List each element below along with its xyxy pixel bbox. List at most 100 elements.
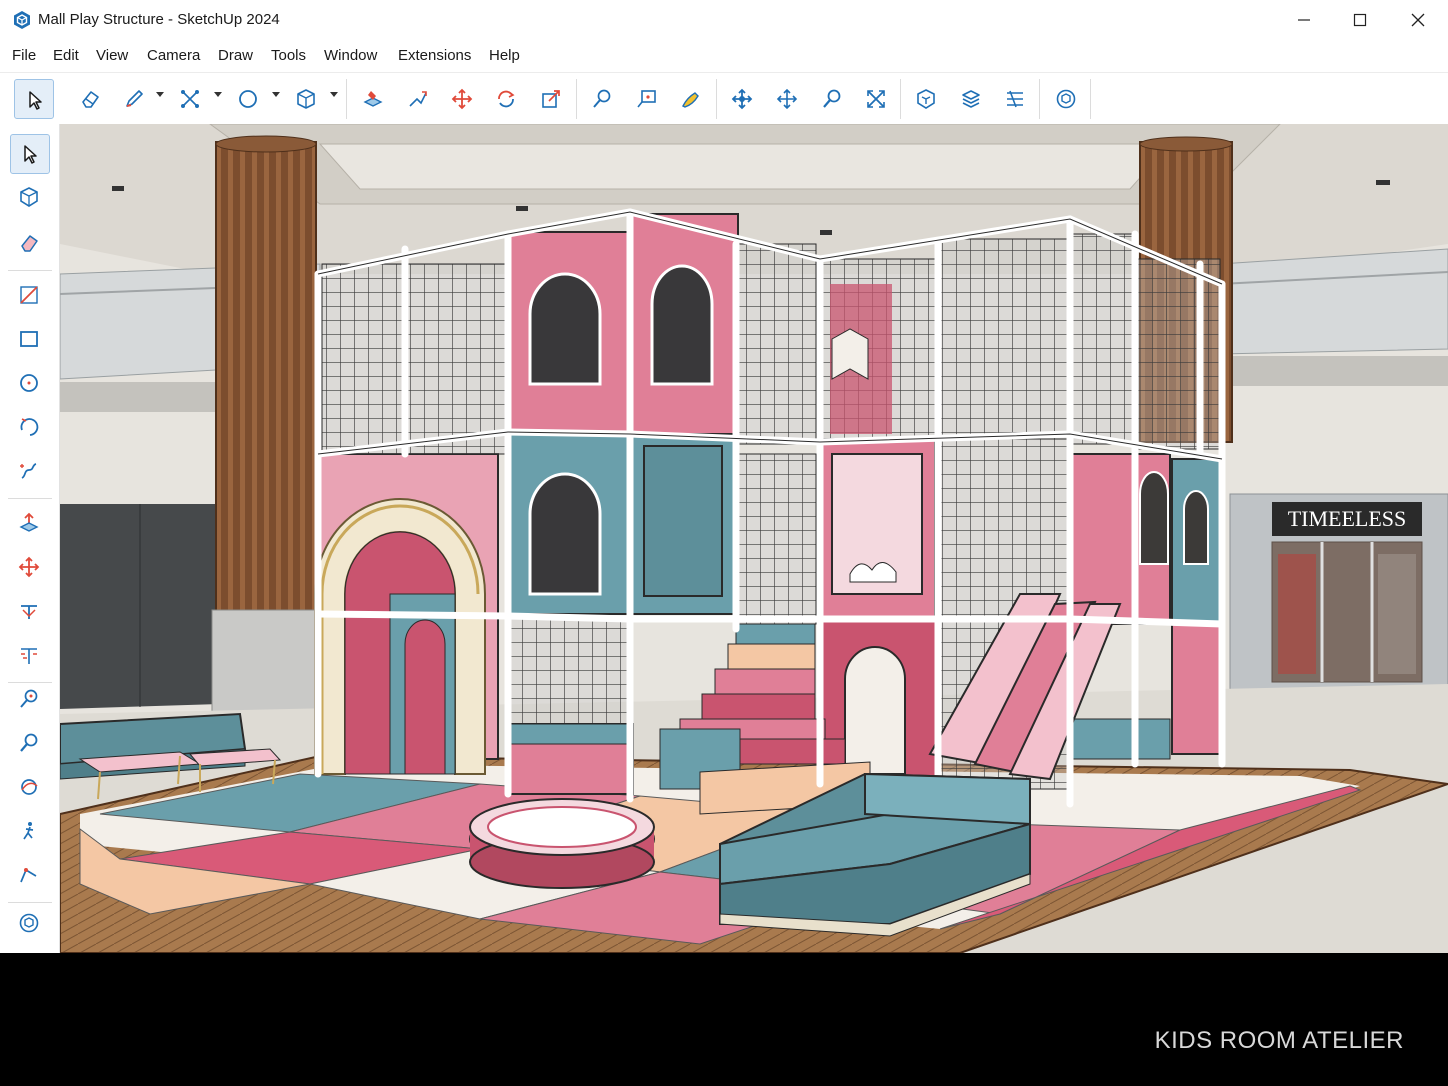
position-camera-tool-button[interactable] (10, 856, 50, 896)
components-icon (917, 89, 935, 109)
layers-button[interactable] (951, 79, 991, 119)
sketchup-app-icon (14, 11, 30, 29)
tape-measure-icon (593, 89, 611, 108)
left-zoom-tool-button[interactable] (10, 724, 50, 764)
freehand-tool-button[interactable] (10, 452, 50, 492)
pan-icon (776, 88, 798, 110)
toolbar-separator (346, 79, 347, 119)
left-scale-tool-button[interactable] (10, 636, 50, 676)
left-circle-tool-button[interactable] (10, 364, 50, 404)
components-button[interactable] (906, 79, 946, 119)
main-toolbar (0, 72, 1448, 125)
circle-icon (20, 374, 38, 392)
make-component-icon (20, 187, 38, 207)
left-select-tool-button[interactable] (10, 134, 50, 174)
styles-button[interactable] (995, 79, 1035, 119)
left-toolbar (0, 124, 60, 953)
eraser-icon (21, 235, 38, 252)
move-icon (18, 556, 40, 578)
orbit-tool-button[interactable] (722, 79, 762, 119)
pencil-tool-button[interactable] (114, 79, 154, 119)
rectangle-tool-button[interactable] (10, 320, 50, 360)
left-tape-measure-tool-button[interactable] (10, 680, 50, 720)
follow-me-tool-button[interactable] (398, 79, 438, 119)
left-toolbar-separator (8, 270, 52, 271)
paint-brush-icon (682, 92, 699, 108)
dimension-icon (637, 90, 656, 108)
menu-help[interactable]: Help (489, 47, 520, 64)
arc-tool-button[interactable] (10, 408, 50, 448)
box-dropdown-caret[interactable] (330, 92, 338, 97)
menu-tools[interactable]: Tools (271, 47, 306, 64)
menu-extensions[interactable]: Extensions (398, 47, 471, 64)
zoom-extents-icon (867, 90, 885, 108)
walk-icon (23, 822, 34, 840)
minimize-button[interactable] (1276, 0, 1332, 40)
circle-dropdown-caret[interactable] (272, 92, 280, 97)
left-toolbar-separator (8, 498, 52, 499)
scale-icon (21, 648, 37, 664)
make-component-tool-button[interactable] (10, 178, 50, 218)
freehand-icon (20, 463, 37, 479)
pencil-dropdown-caret[interactable] (156, 92, 164, 97)
maximize-button[interactable] (1332, 0, 1388, 40)
left-move-tool-button[interactable] (10, 548, 50, 588)
scale-icon (542, 90, 560, 108)
menu-view[interactable]: View (96, 47, 128, 64)
maximize-icon (1353, 13, 1367, 27)
scale-tool-button[interactable] (531, 79, 571, 119)
close-button[interactable] (1390, 0, 1446, 40)
move-tool-button[interactable] (442, 79, 482, 119)
dimension-tool-button[interactable] (627, 79, 667, 119)
tape-measure-tool-button[interactable] (582, 79, 622, 119)
line-tool-button[interactable] (10, 276, 50, 316)
push-pull-icon (19, 512, 39, 532)
tape-measure-icon (20, 689, 38, 708)
line-icon (20, 286, 38, 304)
window-title: Mall Play Structure - SketchUp 2024 (38, 11, 280, 28)
paint-bucket-tool-button[interactable] (353, 79, 393, 119)
orbit-icon (731, 88, 753, 110)
menu-window[interactable]: Window (324, 47, 377, 64)
push-pull-tool-button[interactable] (10, 504, 50, 544)
zoom-extents-tool-button[interactable] (856, 79, 896, 119)
select-tool-button[interactable] (14, 79, 54, 119)
eraser-icon (82, 91, 99, 108)
pencil-icon (126, 90, 143, 107)
play-structure-scene: TIMEELESS (60, 124, 1448, 953)
left-orbit-tool-button[interactable] (10, 768, 50, 808)
warehouse-icon (19, 913, 39, 933)
warehouse-button[interactable] (1046, 79, 1086, 119)
close-icon (1411, 13, 1425, 27)
menu-draw[interactable]: Draw (218, 47, 253, 64)
zoom-icon (20, 733, 38, 752)
circle-tool-button[interactable] (228, 79, 268, 119)
rotate-icon (498, 90, 515, 108)
warehouse-icon (1056, 89, 1076, 109)
walk-tool-button[interactable] (10, 812, 50, 852)
select-icon (29, 91, 42, 110)
title-bar: Mall Play Structure - SketchUp 2024 (0, 0, 1448, 40)
orbit-icon (21, 779, 38, 795)
arc-points-tool-button[interactable] (170, 79, 210, 119)
left-warehouse-button[interactable] (10, 904, 50, 944)
left-eraser-tool-button[interactable] (10, 224, 50, 264)
zoom-icon (823, 89, 841, 108)
eraser-tool-button[interactable] (70, 79, 110, 119)
zoom-tool-button[interactable] (812, 79, 852, 119)
box-tool-button[interactable] (286, 79, 326, 119)
storefront-sign: TIMEELESS (1288, 506, 1407, 531)
left-rotate-tool-button[interactable] (10, 592, 50, 632)
pan-tool-button[interactable] (767, 79, 807, 119)
toolbar-separator (900, 79, 901, 119)
position-camera-icon (20, 868, 37, 883)
arc-points-icon (181, 90, 199, 108)
rotate-tool-button[interactable] (486, 79, 526, 119)
arc-dropdown-caret[interactable] (214, 92, 222, 97)
model-viewport[interactable]: TIMEELESS (60, 124, 1448, 953)
menu-file[interactable]: File (12, 47, 36, 64)
rotate-icon (21, 605, 37, 619)
menu-camera[interactable]: Camera (147, 47, 200, 64)
menu-edit[interactable]: Edit (53, 47, 79, 64)
paint-brush-tool-button[interactable] (671, 79, 711, 119)
